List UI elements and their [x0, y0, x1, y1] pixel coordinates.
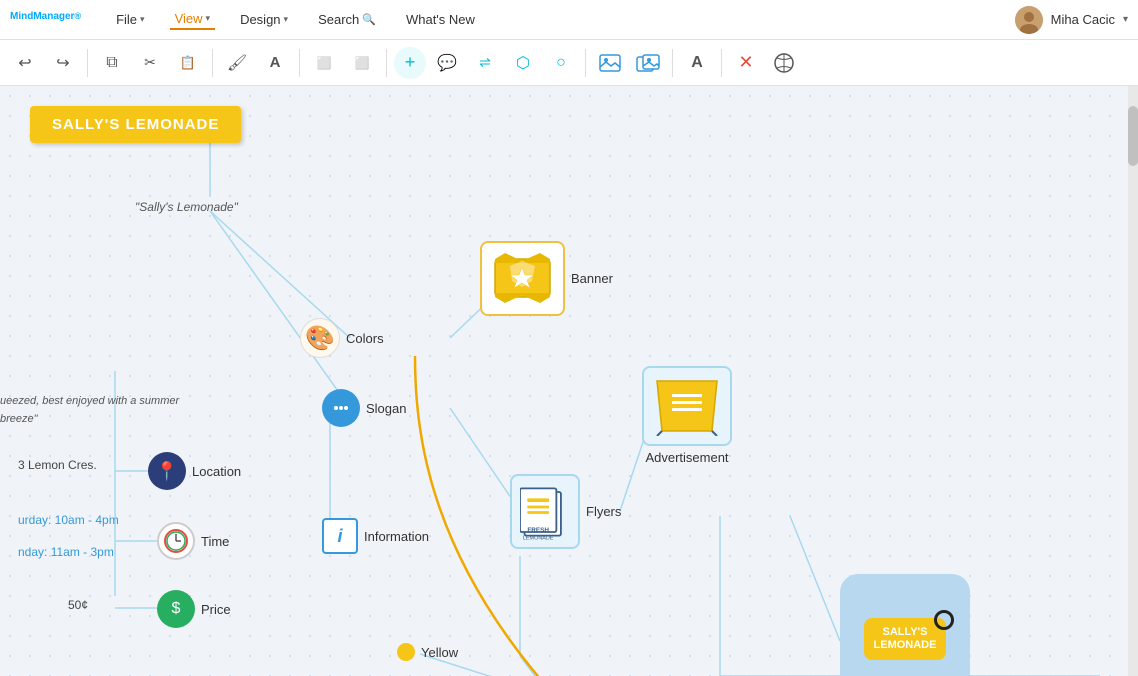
advertisement-icon	[642, 366, 732, 446]
address-text: 3 Lemon Cres.	[10, 456, 105, 474]
tag-ring	[934, 610, 954, 630]
flyers-node[interactable]: FRESH LEMONADE Flyers	[510, 474, 621, 549]
text-button[interactable]: A	[258, 46, 292, 80]
view-chevron: ▾	[206, 13, 211, 24]
subtitle-text: "Sally's Lemonade"	[135, 198, 238, 216]
location-icon: 📍	[148, 452, 186, 490]
menu-whatsnew[interactable]: What's New	[401, 10, 480, 29]
canvas[interactable]: Sally's Lemonade "Sally's Lemonade" ueez…	[0, 86, 1138, 676]
price-text: 50¢	[60, 596, 96, 614]
toolbar-sep-7	[721, 49, 722, 77]
copy-button[interactable]: ⧉	[95, 46, 129, 80]
yellow-label: Yellow	[421, 645, 458, 660]
banner-node[interactable]: Banner	[480, 241, 613, 316]
tagline-text: ueezed, best enjoyed with a summer breez…	[0, 391, 200, 427]
toolbar-sep-3	[299, 49, 300, 77]
toolbar-sep-4	[386, 49, 387, 77]
yellow-node[interactable]: Yellow	[397, 643, 458, 661]
format-paint-button[interactable]: 🖌	[220, 46, 254, 80]
time-icon	[157, 522, 195, 560]
location-label: Location	[192, 464, 241, 479]
share-button[interactable]	[767, 46, 801, 80]
menu-view[interactable]: View ▾	[170, 9, 215, 30]
slogan-node[interactable]: Slogan	[322, 389, 406, 427]
toolbar-sep-6	[672, 49, 673, 77]
information-icon: i	[322, 518, 358, 554]
branding-icon: SALLY'SLEMONADE	[840, 574, 970, 676]
banner-title: Sally's Lemonade	[30, 106, 241, 143]
price-node[interactable]: $ Price	[157, 590, 231, 628]
text-format-button[interactable]: A	[680, 46, 714, 80]
image-button[interactable]	[593, 46, 627, 80]
flyers-icon: FRESH LEMONADE	[510, 474, 580, 549]
palette-icon: 🎨	[300, 318, 340, 358]
scrollbar-thumb[interactable]	[1128, 106, 1138, 166]
toolbar-sep-1	[87, 49, 88, 77]
app-logo[interactable]: MindManager®	[10, 11, 81, 29]
paste-button[interactable]: 📋	[171, 46, 205, 80]
toolbar-sep-5	[585, 49, 586, 77]
main-title-banner[interactable]: Sally's Lemonade	[30, 106, 241, 143]
toolbar: ↩ ↪ ⧉ ✂ 📋 🖌 A ⬜ ⬜ + 💬 ⇌ ⬡ ○ A ✕	[0, 40, 1138, 86]
scrollbar-track[interactable]	[1128, 86, 1138, 676]
design-chevron: ▾	[284, 14, 289, 25]
advertisement-node[interactable]: Advertisement	[642, 366, 732, 465]
callout-button[interactable]: 💬	[430, 46, 464, 80]
price-label: Price	[201, 602, 231, 617]
slogan-icon	[322, 389, 360, 427]
app-registered: ®	[74, 11, 81, 21]
branding-tag: SALLY'SLEMONADE	[864, 618, 947, 660]
subtopic-button[interactable]: ⬜	[345, 46, 379, 80]
time-label: Time	[201, 534, 229, 549]
banner-icon-box	[480, 241, 565, 316]
titlebar: MindManager® File ▾ View ▾ Design ▾ Sear…	[0, 0, 1138, 40]
time1-text: urday: 10am - 4pm	[10, 511, 127, 529]
toolbar-sep-2	[212, 49, 213, 77]
information-node[interactable]: i Information	[322, 518, 429, 554]
user-avatar[interactable]	[1015, 6, 1043, 34]
colors-top-node[interactable]: 🎨 Colors	[300, 318, 384, 358]
svg-text:FRESH: FRESH	[527, 527, 549, 534]
file-chevron: ▾	[140, 14, 145, 25]
location-node[interactable]: 📍 Location	[148, 452, 241, 490]
topic-button[interactable]: ⬜	[307, 46, 341, 80]
delete-button[interactable]: ✕	[729, 46, 763, 80]
price-icon: $	[157, 590, 195, 628]
search-icon: 🔍	[362, 13, 376, 26]
titlebar-right: Miha Cacic ▾	[1015, 6, 1128, 34]
flyers-label: Flyers	[586, 504, 621, 519]
time2-text: nday: 11am - 3pm	[10, 543, 122, 561]
boundary-button[interactable]: ⬡	[506, 46, 540, 80]
relationship-button[interactable]: ⇌	[468, 46, 502, 80]
banner-label: Banner	[571, 271, 613, 286]
yellow-dot	[397, 643, 415, 661]
time-node[interactable]: Time	[157, 522, 229, 560]
advertisement-label: Advertisement	[645, 450, 728, 465]
information-label: Information	[364, 529, 429, 544]
branding-node[interactable]: SALLY'SLEMONADE Branding	[840, 574, 970, 676]
svg-text:LEMONADE: LEMONADE	[523, 535, 554, 541]
menu-file[interactable]: File ▾	[111, 10, 149, 29]
cut-button[interactable]: ✂	[133, 46, 167, 80]
undo-button[interactable]: ↩	[8, 46, 42, 80]
redo-button[interactable]: ↪	[46, 46, 80, 80]
shape-button[interactable]: ○	[544, 46, 578, 80]
menu-design[interactable]: Design ▾	[235, 10, 293, 29]
add-topic-button[interactable]: +	[394, 47, 426, 79]
topic-image-button[interactable]	[631, 46, 665, 80]
slogan-label: Slogan	[366, 401, 406, 416]
user-name: Miha Cacic	[1051, 12, 1115, 27]
menu-search[interactable]: Search 🔍	[313, 10, 381, 29]
colors-top-label: Colors	[346, 331, 384, 346]
user-chevron[interactable]: ▾	[1123, 14, 1128, 25]
